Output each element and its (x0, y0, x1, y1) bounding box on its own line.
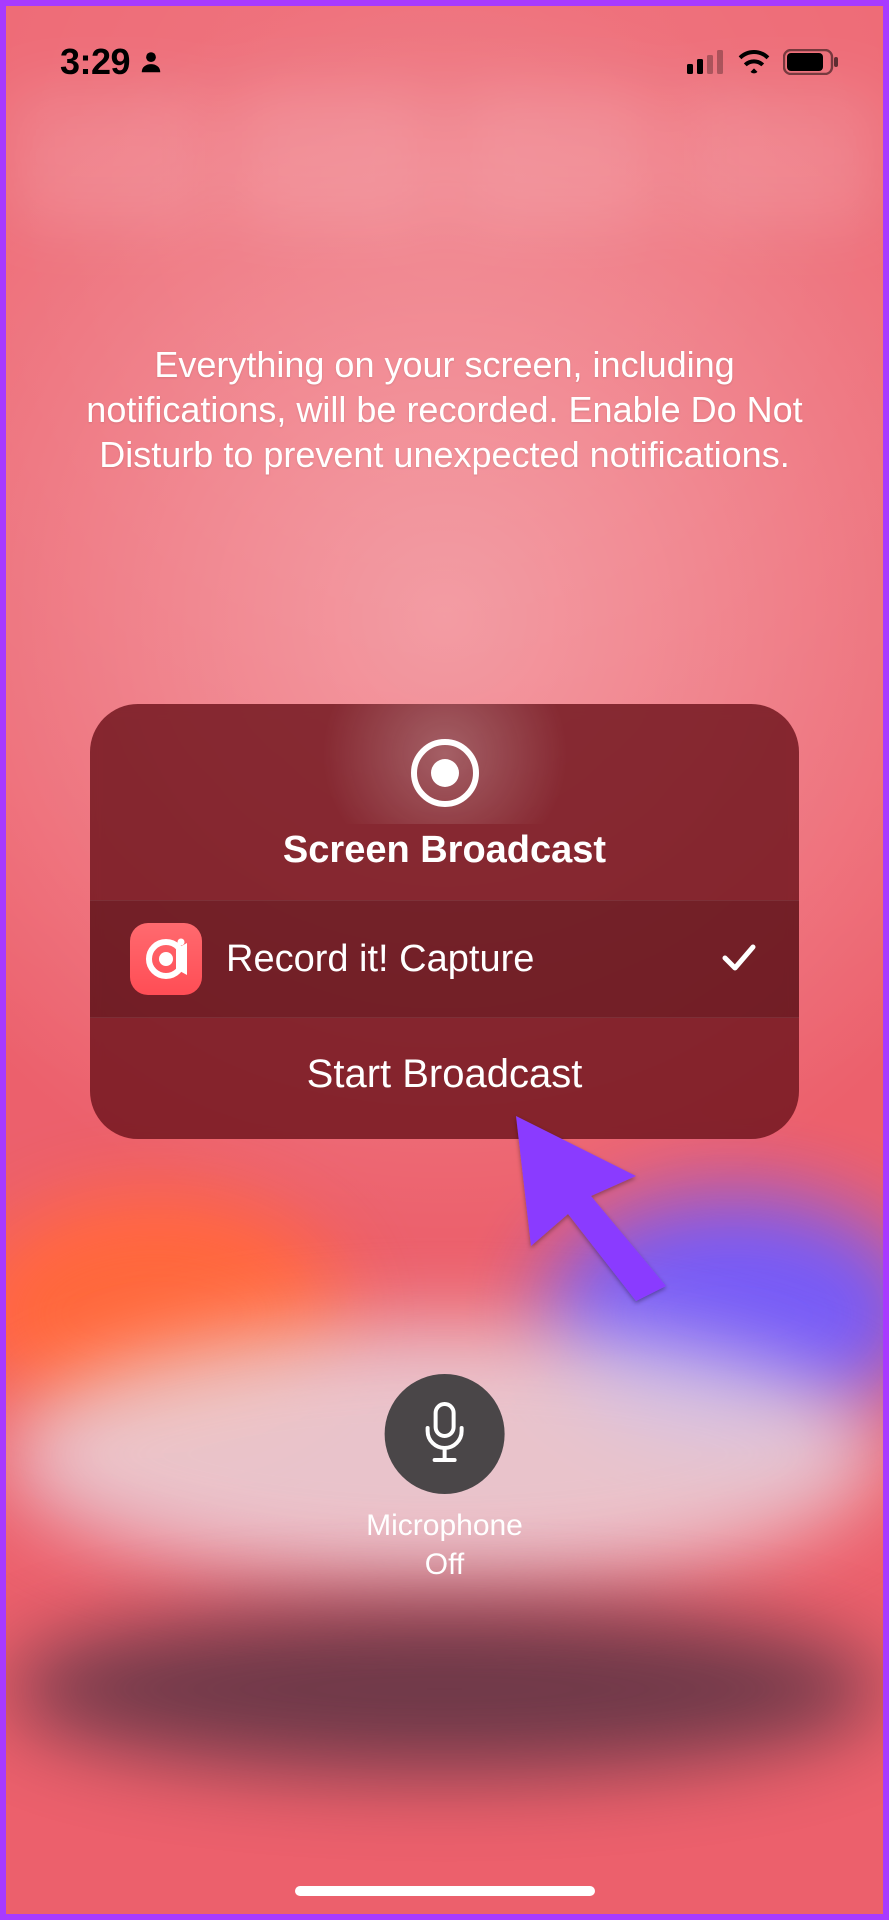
cellular-icon (687, 50, 725, 74)
checkmark-icon (719, 937, 759, 982)
microphone-label: Microphone Off (366, 1506, 523, 1584)
screen-broadcast-overlay: 3:29 (0, 0, 889, 1920)
start-broadcast-button[interactable]: Start Broadcast (90, 1018, 799, 1139)
card-title: Screen Broadcast (283, 829, 606, 872)
card-header: Screen Broadcast (90, 704, 799, 900)
record-it-app-icon (130, 923, 202, 995)
person-icon (138, 49, 164, 75)
broadcast-card: Screen Broadcast Record it! Capture Star… (90, 704, 799, 1139)
broadcast-app-row[interactable]: Record it! Capture (90, 900, 799, 1018)
record-icon (410, 738, 480, 813)
recording-warning-text: Everything on your screen, including not… (66, 342, 823, 477)
microphone-icon (417, 1400, 471, 1469)
microphone-section: Microphone Off (366, 1374, 523, 1584)
status-bar: 3:29 (6, 32, 883, 92)
battery-icon (783, 49, 839, 75)
status-time: 3:29 (60, 41, 130, 83)
selected-app-label: Record it! Capture (226, 938, 695, 981)
microphone-state: Off (425, 1548, 464, 1581)
microphone-toggle-button[interactable] (384, 1374, 504, 1494)
home-indicator[interactable] (295, 1886, 595, 1896)
wifi-icon (737, 50, 771, 74)
